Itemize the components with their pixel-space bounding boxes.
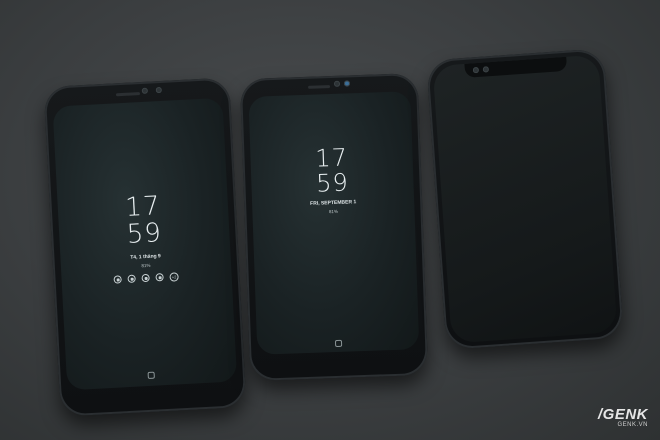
notification-row: +2: [113, 272, 179, 284]
notification-icon[interactable]: [127, 274, 136, 283]
front-camera-icon: [141, 87, 148, 94]
home-key-icon[interactable]: [147, 371, 155, 380]
watermark-logo: /GENK: [597, 406, 648, 423]
earpiece: [308, 85, 331, 89]
iris-sensor-icon: [343, 80, 351, 87]
phone-right: [426, 48, 624, 350]
watermark: /GENK GENK.VN: [598, 406, 648, 428]
front-camera-icon: [333, 80, 341, 87]
more-notifications-badge[interactable]: +2: [169, 272, 179, 282]
phone-left-screen: 17 59 T4, 1 tháng 9 81% +2: [52, 97, 238, 391]
phone-right-screen: [432, 54, 618, 344]
phone-left: 17 59 T4, 1 tháng 9 81% +2: [43, 77, 247, 417]
notification-icon[interactable]: [141, 273, 150, 283]
clock-minute: 59: [315, 168, 350, 198]
photo-scene: 17 59 T4, 1 tháng 9 81% +2 17 59 FRI, SE…: [0, 0, 660, 440]
iris-sensor-icon: [155, 86, 162, 94]
notification-icon[interactable]: [155, 273, 164, 282]
phone-middle: 17 59 FRI, SEPTEMBER 1 81%: [239, 72, 429, 382]
phone-middle-screen: 17 59 FRI, SEPTEMBER 1 81%: [248, 91, 420, 355]
home-key-icon[interactable]: [334, 339, 343, 348]
notch: [464, 56, 568, 78]
notification-icon[interactable]: [113, 275, 122, 284]
earpiece: [115, 92, 141, 97]
